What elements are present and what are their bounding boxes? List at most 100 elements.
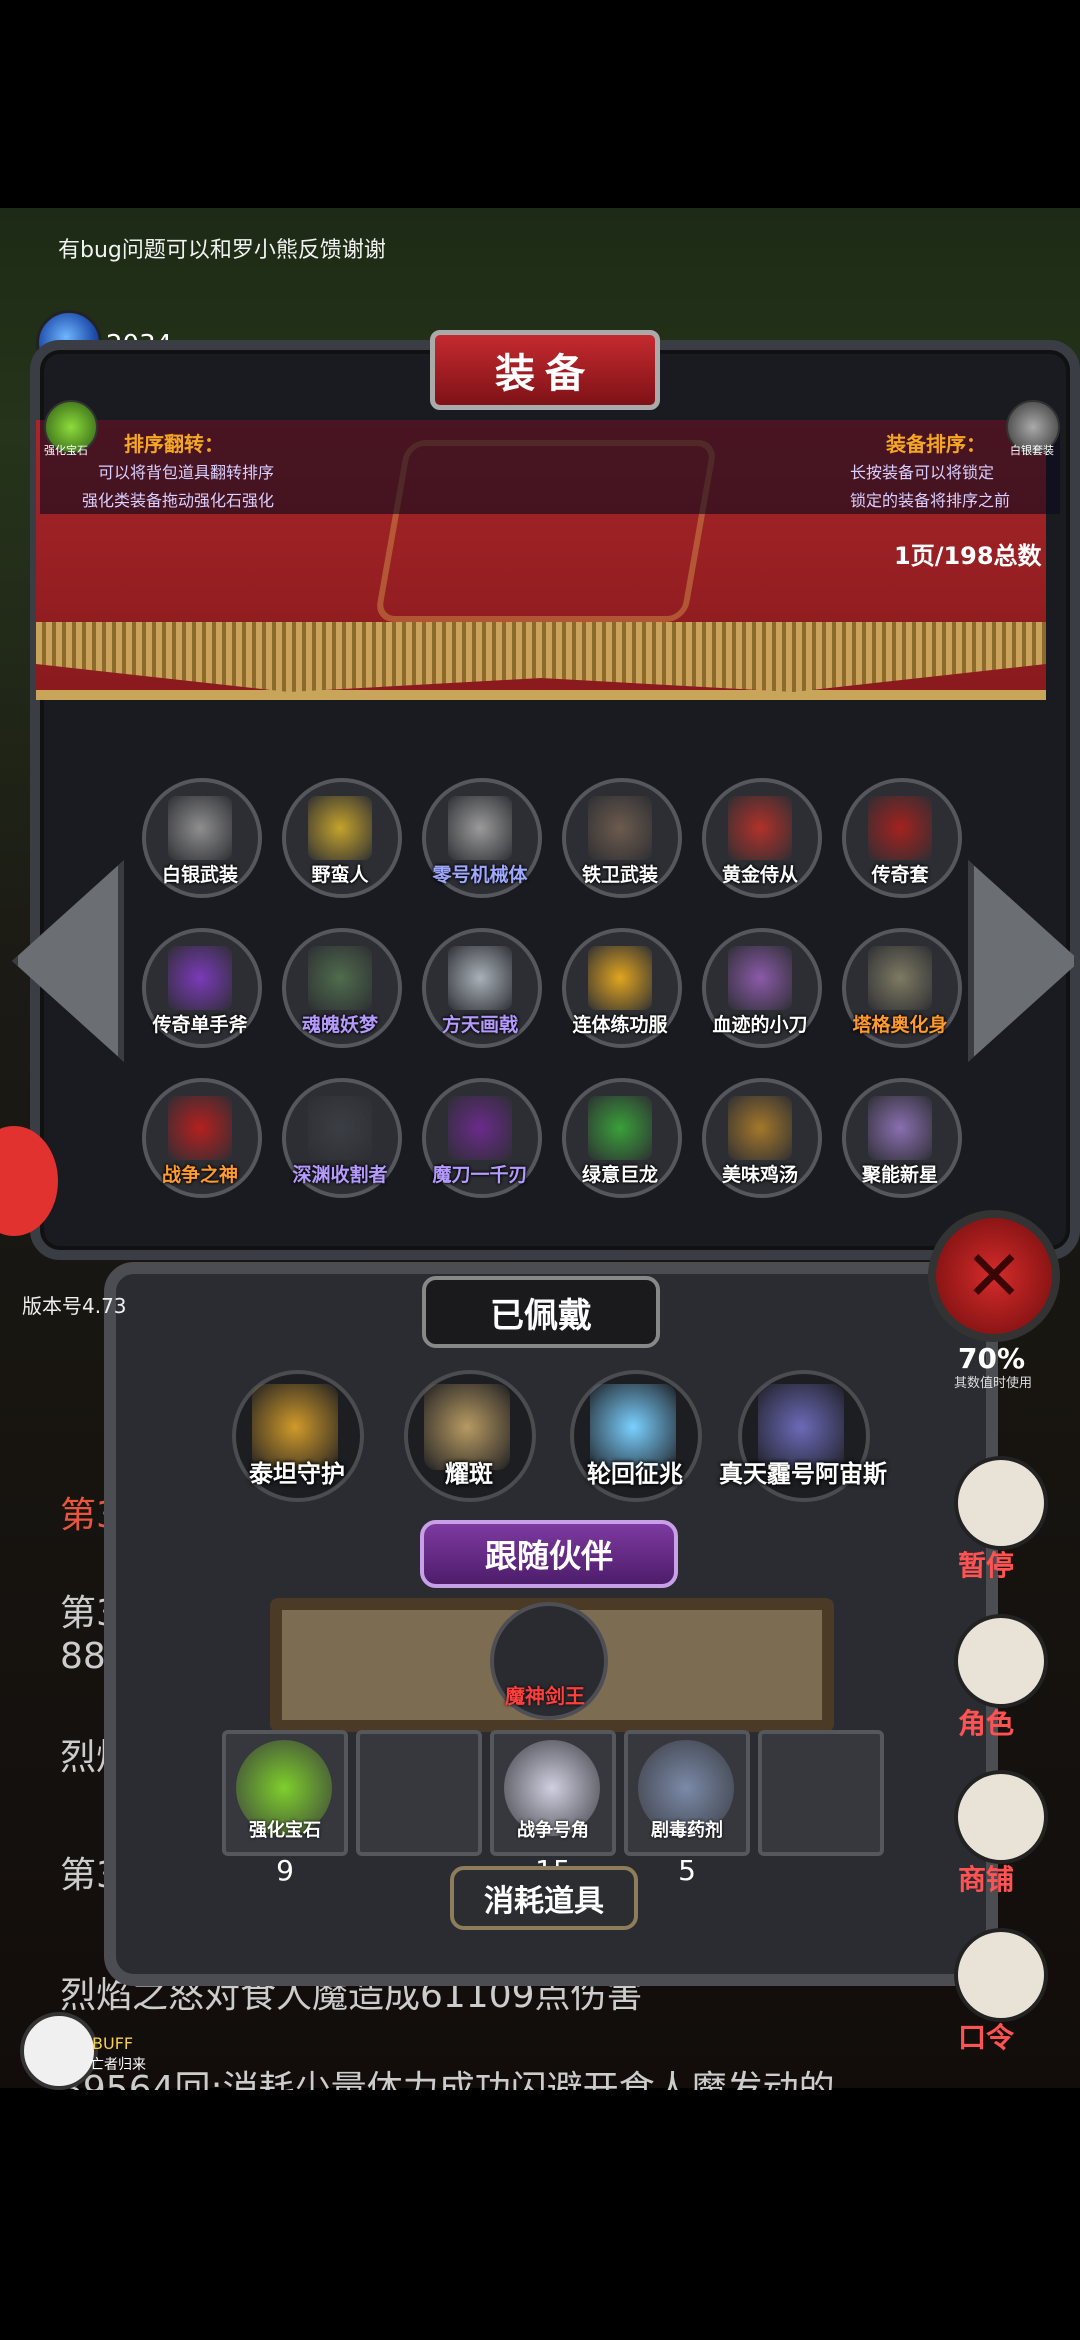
equipment-slot[interactable]: 魔刀一千刃 — [422, 1078, 542, 1198]
consumable-slot[interactable] — [356, 1730, 482, 1856]
side-button-label: 暂停 — [958, 1549, 1015, 1582]
worn-item-label: 耀斑 — [445, 1460, 493, 1488]
equipment-slot[interactable]: 零号机械体 — [422, 778, 542, 898]
worn-item-label: 泰坦守护 — [249, 1460, 345, 1488]
top-bar — [0, 0, 1080, 208]
equip-sort-hint: 长按装备可以将锁定 — [850, 463, 995, 482]
equipment-icon — [168, 796, 232, 860]
worn-item-icon — [424, 1384, 510, 1470]
worn-title: 已佩戴 — [422, 1276, 660, 1348]
equipment-slot[interactable]: 方天画戟 — [422, 928, 542, 1048]
skull-icon[interactable] — [20, 2012, 98, 2090]
equipment-slot[interactable]: 战争之神 — [142, 1078, 262, 1198]
consumable-slot[interactable]: 剧毒药剂 5 — [624, 1730, 750, 1887]
equipment-label: 野蛮人 — [311, 864, 369, 886]
equipment-label: 血迹的小刀 — [712, 1014, 808, 1036]
buff-label: BUFF — [92, 2034, 134, 2053]
equipment-slot[interactable]: 美味鸡汤 — [702, 1078, 822, 1198]
consumable-slot[interactable]: 战争号角15 — [490, 1730, 616, 1887]
worn-item-label: 轮回征兆 — [587, 1460, 683, 1488]
equipment-label: 零号机械体 — [432, 864, 528, 886]
equipment-slot[interactable]: 血迹的小刀 — [702, 928, 822, 1048]
equipment-slot[interactable]: 深渊收割者 — [282, 1078, 402, 1198]
book-icon[interactable] — [954, 1928, 1048, 2022]
equipment-label: 美味鸡汤 — [721, 1164, 798, 1186]
equipment-icon — [308, 796, 372, 860]
equipment-label: 塔格奥化身 — [852, 1014, 948, 1036]
bug-notice: 有bug问题可以和罗小熊反馈谢谢 — [58, 238, 386, 263]
equipment-slot[interactable]: 传奇单手斧 — [142, 928, 262, 1048]
equipment-icon — [868, 946, 932, 1010]
worn-slot[interactable]: 真天霾号阿宙斯 — [719, 1370, 887, 1502]
worn-item-icon — [590, 1384, 676, 1470]
equipment-icon — [728, 946, 792, 1010]
worn-slot[interactable]: 泰坦守护 — [232, 1370, 364, 1502]
equipment-slot[interactable]: 连体练功服 — [562, 928, 682, 1048]
shop-icon[interactable] — [954, 1770, 1048, 1864]
equipment-slot[interactable]: 魂魄妖梦 — [282, 928, 402, 1048]
equipment-label: 魂魄妖梦 — [301, 1014, 378, 1036]
page-info: 1页/198总数 — [894, 542, 1042, 570]
equipment-slot[interactable]: 聚能新星 — [842, 1078, 962, 1198]
consumable-count: 5 — [678, 1854, 696, 1887]
equip-sort-heading[interactable]: 装备排序： — [886, 428, 986, 457]
sort-flip-hint: 可以将背包道具翻转排序 — [98, 463, 275, 482]
equipment-label: 铁卫武装 — [581, 864, 658, 886]
equipment-label: 深渊收割者 — [292, 1164, 388, 1186]
armor-icon-label: 白银套装 — [1010, 444, 1054, 457]
equipment-icon — [168, 1096, 232, 1160]
side-button-label: 口令 — [958, 2021, 1015, 2054]
equipment-icon — [868, 796, 932, 860]
companion-name: 魔神剑王 — [505, 1684, 585, 1708]
side-button-label: 角色 — [958, 1707, 1015, 1740]
equipment-label: 黄金侍从 — [721, 864, 798, 886]
gem-icon-label: 强化宝石 — [44, 444, 88, 457]
equipment-label: 连体练功服 — [572, 1014, 668, 1036]
equipment-icon — [448, 1096, 512, 1160]
version-label: 版本号4.73 — [22, 1294, 127, 1318]
equipment-icon — [728, 1096, 792, 1160]
sort-flip-hint: 强化类装备拖动强化石强化 — [82, 491, 275, 510]
equipment-icon — [448, 796, 512, 860]
percent-note: 其数值时使用 — [954, 1376, 1033, 1391]
equipment-label: 方天画戟 — [441, 1014, 518, 1036]
equipment-slot[interactable]: 白银武装 — [142, 778, 262, 898]
consumable-slot[interactable] — [758, 1730, 884, 1856]
consumable-label: 战争号角 — [517, 1820, 589, 1841]
equipment-slot[interactable]: 绿意巨龙 — [562, 1078, 682, 1198]
equipment-slot[interactable]: 铁卫武装 — [562, 778, 682, 898]
equipment-label: 聚能新星 — [861, 1164, 938, 1186]
close-button[interactable]: ✕ — [928, 1210, 1060, 1342]
equipment-icon — [448, 946, 512, 1010]
equipment-label: 白银武装 — [161, 864, 238, 886]
equipment-slot[interactable]: 塔格奥化身 — [842, 928, 962, 1048]
side-button-label: 商铺 — [958, 1863, 1015, 1896]
equipment-slot[interactable]: 黄金侍从 — [702, 778, 822, 898]
bottom-bar — [0, 2088, 1080, 2340]
consumables-title: 消耗道具 — [450, 1866, 638, 1930]
worn-item-icon — [758, 1384, 844, 1470]
dice-icon[interactable] — [954, 1456, 1048, 1550]
equipment-label: 魔刀一千刃 — [432, 1164, 528, 1186]
log-line: 39564回:消耗少量体力成功闪避开食人魔发动的 — [60, 2069, 835, 2090]
consumable-count: 9 — [276, 1854, 294, 1887]
equipment-slot[interactable]: 传奇套 — [842, 778, 962, 898]
consumable-label: 强化宝石 — [249, 1820, 321, 1841]
equipment-icon — [588, 1096, 652, 1160]
panel-title: 装备 — [430, 330, 660, 410]
worn-item-label: 真天霾号阿宙斯 — [719, 1460, 887, 1488]
equipment-label: 传奇单手斧 — [152, 1014, 248, 1036]
worn-slot[interactable]: 耀斑 — [404, 1370, 536, 1502]
equipment-icon — [728, 796, 792, 860]
hood-icon[interactable] — [954, 1614, 1048, 1708]
sort-flip-heading[interactable]: 排序翻转： — [124, 428, 224, 457]
equipment-icon — [168, 946, 232, 1010]
equipment-slot[interactable]: 野蛮人 — [282, 778, 402, 898]
worn-slot[interactable]: 轮回征兆 — [570, 1370, 702, 1502]
equipment-icon — [308, 946, 372, 1010]
equipment-icon — [308, 1096, 372, 1160]
equipment-icon — [588, 946, 652, 1010]
companion-title: 跟随伙伴 — [420, 1520, 678, 1588]
equipment-label: 战争之神 — [161, 1164, 238, 1186]
consumable-slot[interactable]: 强化宝石 9 — [222, 1730, 348, 1887]
